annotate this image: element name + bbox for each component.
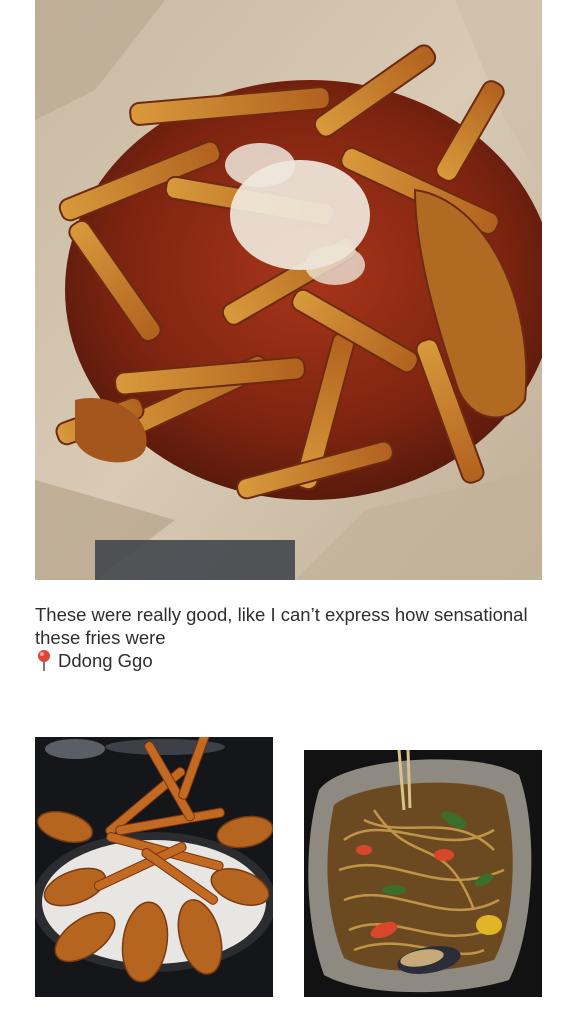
fries-image — [35, 0, 542, 580]
location-tag[interactable]: Ddong Ggo — [35, 649, 545, 672]
caption-text: These were really good, like I can’t exp… — [35, 604, 528, 648]
fries-photo[interactable] — [35, 0, 542, 580]
post-caption: These were really good, like I can’t exp… — [35, 603, 545, 672]
chicken-photo[interactable] — [35, 737, 273, 997]
chicken-image — [35, 737, 273, 997]
noodles-image — [304, 750, 542, 997]
map-pin-icon — [38, 650, 50, 671]
location-name: Ddong Ggo — [58, 650, 153, 671]
noodles-photo[interactable] — [304, 750, 542, 997]
